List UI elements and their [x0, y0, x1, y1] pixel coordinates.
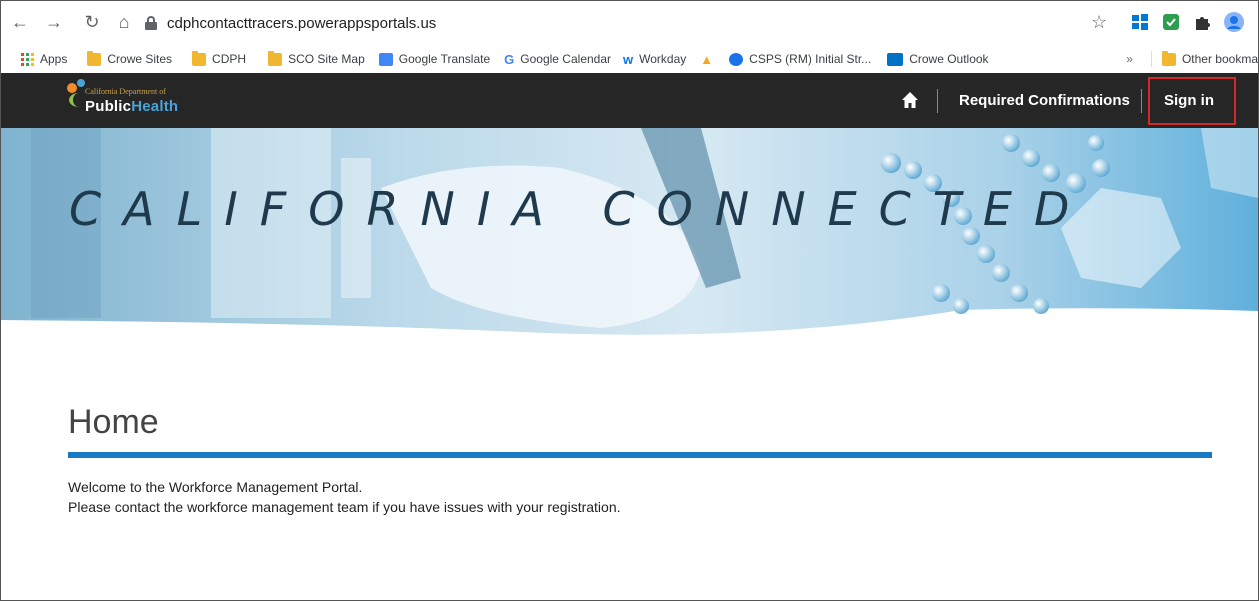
bookmark-cdph[interactable]: CDPH	[192, 50, 247, 66]
puzzle-extension-icon[interactable]	[1193, 13, 1211, 31]
url-text: cdphcontacttracers.powerappsportals.us	[167, 14, 437, 32]
reload-icon[interactable]: ↻	[81, 11, 103, 33]
url-field[interactable]: cdphcontacttracers.powerappsportals.us	[145, 8, 1105, 38]
bookmark-label: Google Translate	[398, 52, 491, 66]
google-icon: G	[504, 51, 515, 67]
apps-grid-icon	[21, 52, 34, 66]
windows-extension-icon[interactable]	[1131, 13, 1149, 31]
bookmarks-divider	[1150, 51, 1152, 67]
bookmark-label: Crowe Outlook	[909, 52, 989, 66]
page-title: Home	[68, 403, 159, 441]
banner-image	[1, 128, 1258, 335]
logo-health-text: Health	[131, 98, 179, 115]
bookmark-crowe-outlook[interactable]: Crowe Outlook	[887, 52, 989, 66]
logo-figure-icon	[77, 79, 85, 87]
shield-extension-icon[interactable]	[1162, 13, 1180, 31]
bookmarks-right: » Other bookma	[1126, 45, 1258, 73]
triangle-icon: ▲	[700, 51, 714, 67]
bookmark-triangle[interactable]: ▲	[700, 52, 713, 67]
address-bar-row: ← → ↻ ⌂ cdphcontacttracers.powerappsport…	[1, 1, 1258, 45]
welcome-text: Welcome to the Workforce Management Port…	[68, 477, 621, 517]
logo-wordmark: PublicHealth	[85, 98, 178, 115]
bookmark-star-icon[interactable]: ☆	[1091, 12, 1107, 33]
forward-arrow-icon[interactable]: →	[43, 11, 65, 33]
logo-figure-icon	[67, 83, 77, 93]
bookmark-label: Crowe Sites	[107, 52, 173, 66]
other-bookmarks[interactable]: Other bookma	[1161, 50, 1258, 66]
bookmark-sco-site-map[interactable]: SCO Site Map	[268, 50, 365, 66]
bookmark-label: Google Calendar	[520, 52, 612, 66]
bookmark-label: Apps	[40, 52, 68, 66]
bookmark-google-translate[interactable]: Google Translate	[378, 52, 491, 66]
bookmark-label: SCO Site Map	[288, 52, 365, 66]
logo-dept-text: California Department of	[85, 87, 166, 96]
workday-icon: w	[623, 51, 634, 67]
welcome-line: Welcome to the Workforce Management Port…	[68, 479, 363, 495]
banner-title: CALIFORNIA CONNECTED	[69, 182, 1092, 236]
hero-banner: CALIFORNIA CONNECTED	[1, 128, 1258, 348]
outlook-icon	[887, 52, 904, 66]
bookmark-label: CSPS (RM) Initial Str...	[749, 52, 872, 66]
bookmark-apps[interactable]: Apps	[21, 52, 67, 66]
bookmark-label: Other bookma	[1181, 52, 1258, 66]
bookmark-crowe-sites[interactable]: Crowe Sites	[87, 50, 173, 66]
bookmark-label: CDPH	[212, 52, 247, 66]
folder-icon	[268, 50, 283, 66]
nav-divider	[1141, 89, 1142, 113]
folder-icon	[192, 50, 207, 66]
nav-divider	[937, 89, 938, 113]
required-confirmations-link[interactable]: Required Confirmations	[959, 92, 1130, 109]
profile-avatar-icon[interactable]	[1223, 11, 1245, 33]
cdph-logo[interactable]: California Department of PublicHealth	[67, 79, 207, 123]
folder-icon	[1161, 50, 1176, 66]
bookmarks-bar: Apps Crowe Sites CDPH SCO Site Map Googl…	[1, 45, 1258, 73]
bookmarks-overflow-button[interactable]: »	[1126, 52, 1133, 66]
lock-icon	[145, 16, 157, 30]
csps-icon	[729, 52, 744, 66]
bookmark-workday[interactable]: w Workday	[623, 52, 686, 67]
google-translate-icon	[378, 52, 393, 66]
sign-in-highlight-box	[1148, 77, 1236, 125]
home-icon[interactable]	[901, 91, 919, 109]
back-arrow-icon[interactable]: ←	[9, 11, 31, 33]
home-browser-icon[interactable]: ⌂	[113, 11, 135, 33]
title-underline	[68, 452, 1212, 458]
folder-icon	[87, 50, 102, 66]
bookmark-google-calendar[interactable]: G Google Calendar	[504, 52, 611, 67]
bookmark-label: Workday	[639, 52, 687, 66]
bookmark-csps[interactable]: CSPS (RM) Initial Str...	[729, 52, 871, 66]
welcome-line: Please contact the workforce management …	[68, 499, 621, 515]
browser-window: ← → ↻ ⌂ cdphcontacttracers.powerappsport…	[0, 0, 1259, 601]
logo-public-text: Public	[85, 98, 132, 115]
